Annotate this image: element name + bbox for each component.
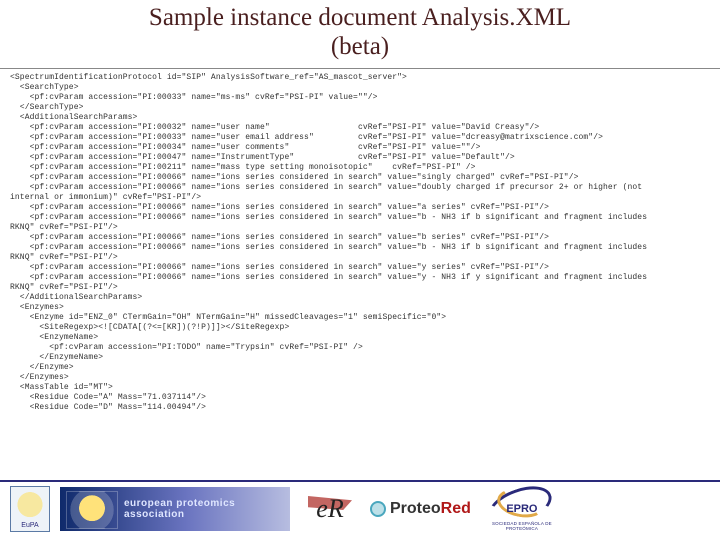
footer-logos: european proteomics association eR Prote… [0, 486, 720, 534]
title-line-2: (beta) [331, 33, 389, 60]
eupa-logo [10, 486, 50, 532]
page-title: Sample instance document Analysis.XML (b… [0, 0, 720, 62]
epa-banner-text: european proteomics association [124, 498, 290, 520]
slide: Sample instance document Analysis.XML (b… [0, 0, 720, 540]
footer-divider [0, 480, 720, 482]
xml-code-block: <SpectrumIdentificationProtocol id="SIP"… [0, 73, 720, 413]
epro-label: EPRO [506, 503, 537, 515]
proteored-dot-icon [370, 501, 386, 517]
proteored-logo: ProteoRed [370, 500, 471, 518]
title-line-1: Sample instance document Analysis.XML [149, 4, 571, 31]
title-divider [0, 68, 720, 69]
proteored-pre: Proteo [390, 500, 441, 517]
er-letters: eR [316, 494, 343, 524]
er-logo: eR [300, 488, 360, 530]
proteored-red: Red [441, 500, 471, 517]
epro-subtitle: SOCIEDAD ESPAÑOLA DE PROTEÓMICA [481, 522, 563, 531]
proteored-text: ProteoRed [390, 500, 471, 518]
epro-logo: EPRO SOCIEDAD ESPAÑOLA DE PROTEÓMICA [481, 487, 563, 531]
epa-banner-logo: european proteomics association [60, 487, 290, 531]
